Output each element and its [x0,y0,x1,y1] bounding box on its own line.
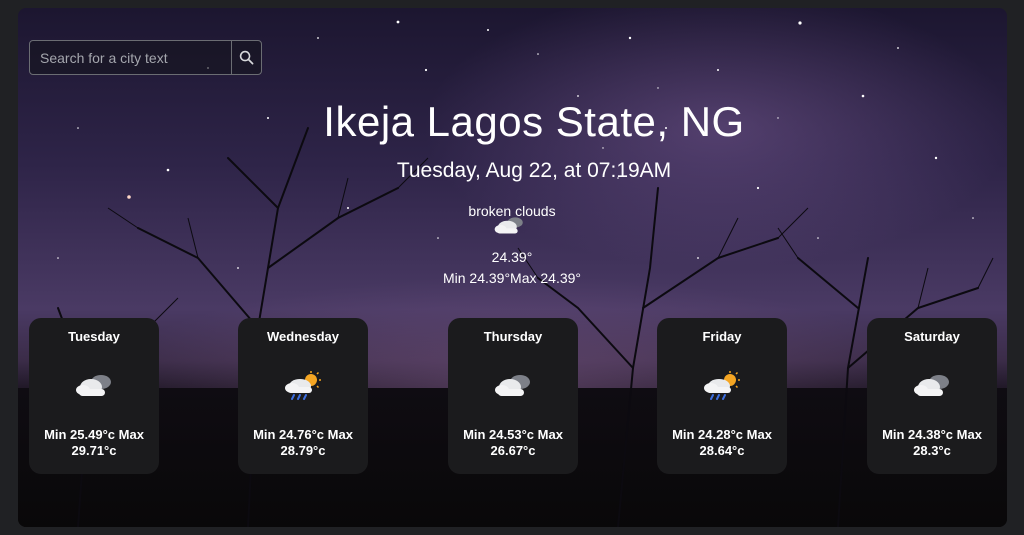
search-icon [239,50,254,65]
broken-clouds-icon [76,375,111,396]
rain-sun-icon [704,371,740,400]
forecast-day: Tuesday [68,329,120,344]
broken-clouds-icon [495,375,530,396]
search-button[interactable] [231,41,261,74]
forecast-card-wednesday: Wednesday Min 24.76°c Max 28.79°c [238,318,368,474]
forecast-range: Min 24.53°c Max 26.67°c [463,427,563,458]
forecast-day: Saturday [904,329,960,344]
forecast-day: Friday [702,329,742,344]
forecast-card-saturday: Saturday Min 24.38°c Max 28.3°c [867,318,997,474]
forecast-range: Min 24.38°c Max 28.3°c [882,427,982,458]
search-bar [29,40,262,75]
forecast-card-friday: Friday Min 24.28°c Max 28.64°c [657,318,787,474]
forecast-range: Min 24.76°c Max 28.79°c [253,427,353,458]
forecast-day: Wednesday [266,329,339,344]
forecast-range: Min 25.49°c Max 29.71°c [44,427,144,458]
current-min-max: Min 24.39°Max 24.39° [442,270,582,286]
forecast-card-tuesday: Tuesday Min 25.49°c Max 29.71°c [29,318,159,474]
current-temperature: 24.39° [491,249,533,265]
broken-clouds-icon [914,375,949,396]
forecast-card-thursday: Thursday Min 24.53°c Max 26.67°c [448,318,578,474]
city-name: Ikeja Lagos State, NG [323,98,745,145]
rain-sun-icon [285,371,321,400]
forecast-range: Min 24.28°c Max 28.64°c [672,427,772,458]
search-input[interactable] [30,41,231,74]
broken-clouds-icon [494,217,523,234]
current-datetime: Tuesday, Aug 22, at 07:19AM [396,159,672,182]
forecast-day: Thursday [483,329,543,344]
